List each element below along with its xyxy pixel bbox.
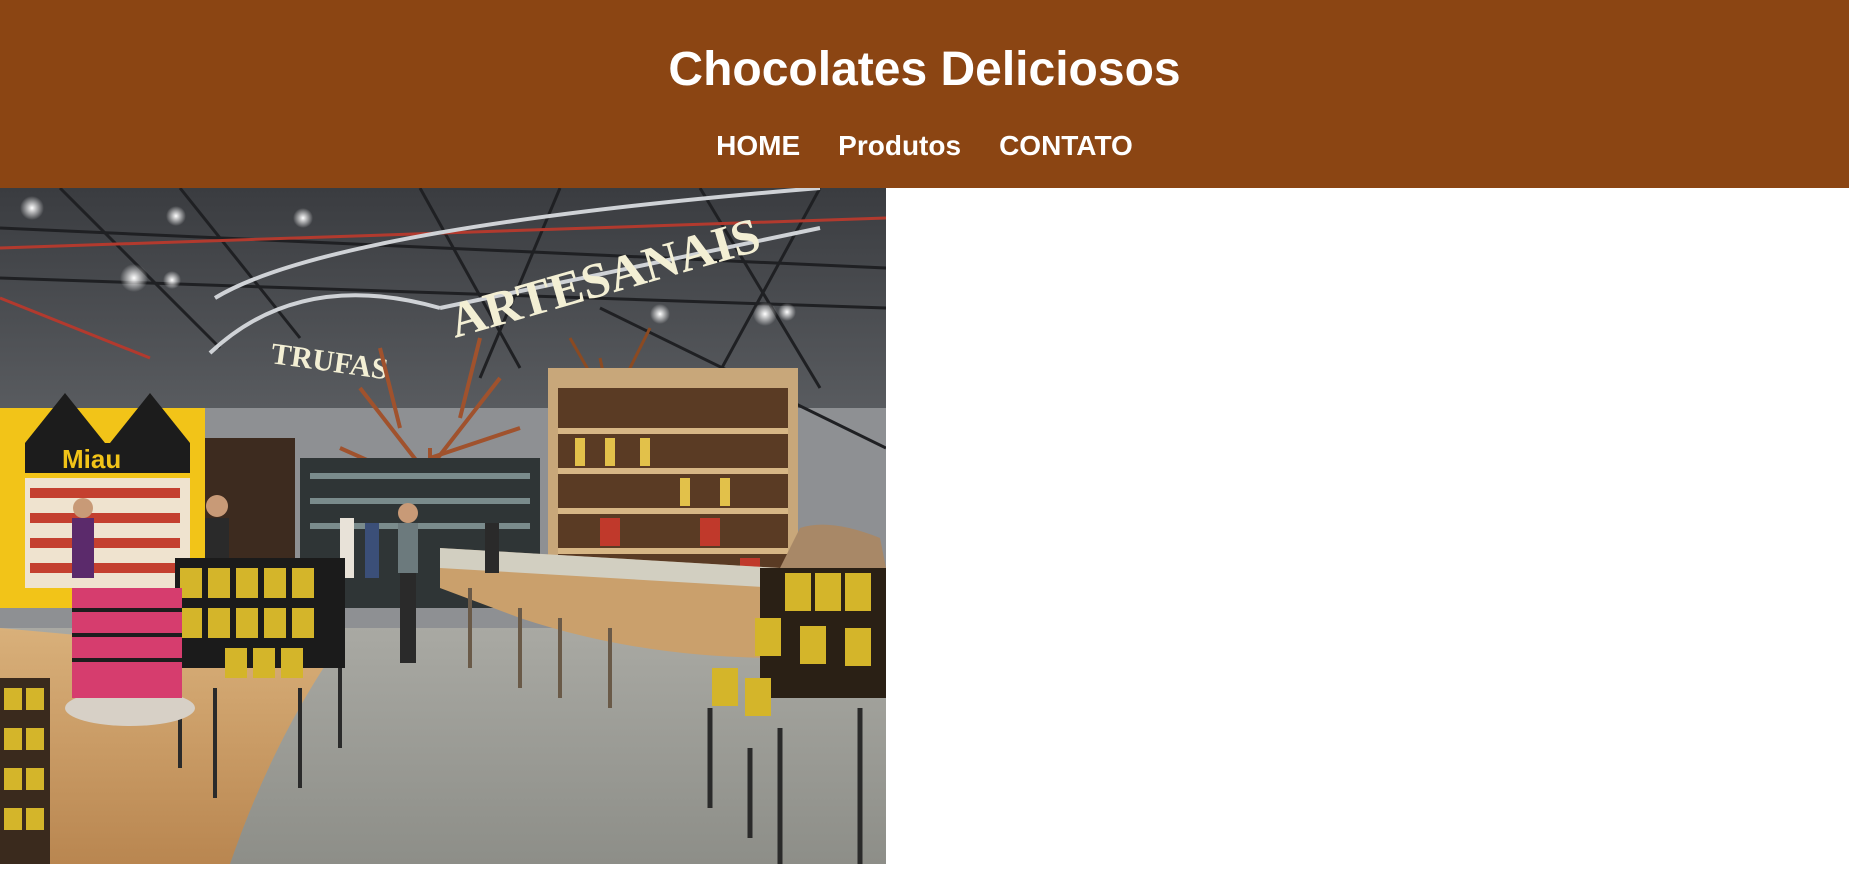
main-nav: HOME Produtos CONTATO [0, 128, 1849, 164]
nav-link-home[interactable]: HOME [716, 128, 800, 164]
store-hero-image: ARTESANAIS TRUFAS Miau [0, 188, 886, 864]
shop-sign-miau: Miau [62, 444, 121, 474]
nav-link-produtos[interactable]: Produtos [838, 128, 961, 164]
chocolate-store-illustration: ARTESANAIS TRUFAS Miau [0, 188, 886, 864]
site-header: Chocolates Deliciosos HOME Produtos CONT… [0, 0, 1849, 188]
nav-link-contato[interactable]: CONTATO [999, 128, 1133, 164]
page-title: Chocolates Deliciosos [668, 43, 1181, 96]
pink-display [65, 588, 195, 726]
